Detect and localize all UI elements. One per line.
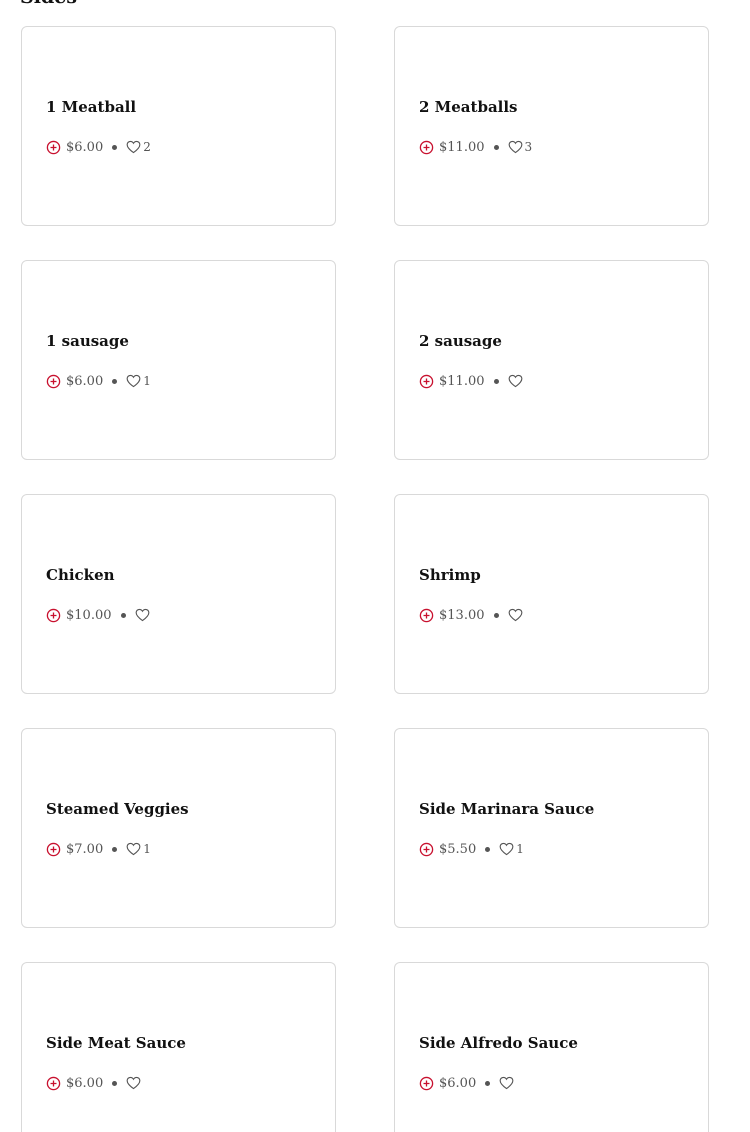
item-name: 1 sausage xyxy=(46,332,129,350)
menu-item-card[interactable]: Side Meat Sauce $6.00 xyxy=(21,962,336,1132)
item-price: $5.50 xyxy=(439,841,477,857)
item-price: $6.00 xyxy=(66,1075,104,1091)
like-button[interactable] xyxy=(126,1076,143,1090)
heart-icon xyxy=(508,140,523,154)
like-button[interactable] xyxy=(508,374,525,388)
item-meta: $6.00 2 xyxy=(46,137,151,157)
item-price: $11.00 xyxy=(439,373,485,389)
heart-icon xyxy=(508,608,523,622)
like-button[interactable]: 3 xyxy=(508,140,533,154)
add-to-cart-icon[interactable] xyxy=(46,1076,61,1091)
item-price: $6.00 xyxy=(439,1075,477,1091)
add-to-cart-icon[interactable] xyxy=(419,374,434,389)
menu-item-card[interactable]: Steamed Veggies $7.00 1 xyxy=(21,728,336,928)
add-to-cart-icon[interactable] xyxy=(46,374,61,389)
item-meta: $10.00 xyxy=(46,605,152,625)
item-price: $6.00 xyxy=(66,373,104,389)
item-meta: $6.00 xyxy=(46,1073,143,1093)
heart-icon xyxy=(499,1076,514,1090)
item-name: Steamed Veggies xyxy=(46,800,189,818)
add-to-cart-icon[interactable] xyxy=(419,1076,434,1091)
separator-dot xyxy=(485,846,491,852)
add-to-cart-icon[interactable] xyxy=(46,842,61,857)
menu-item-card[interactable]: Side Marinara Sauce $5.50 1 xyxy=(394,728,709,928)
like-button[interactable]: 1 xyxy=(126,842,151,856)
item-meta: $6.00 1 xyxy=(46,371,151,391)
add-to-cart-icon[interactable] xyxy=(46,608,61,623)
add-to-cart-icon[interactable] xyxy=(419,140,434,155)
like-count: 1 xyxy=(516,842,524,856)
item-name: Side Alfredo Sauce xyxy=(419,1034,578,1052)
item-meta: $13.00 xyxy=(419,605,525,625)
separator-dot xyxy=(112,144,118,150)
menu-item-card[interactable]: Side Alfredo Sauce $6.00 xyxy=(394,962,709,1132)
item-name: Shrimp xyxy=(419,566,481,584)
item-price: $11.00 xyxy=(439,139,485,155)
item-name: 2 sausage xyxy=(419,332,502,350)
menu-item-card[interactable]: 1 Meatball $6.00 2 xyxy=(21,26,336,226)
item-name: 1 Meatball xyxy=(46,98,137,116)
heart-icon xyxy=(135,608,150,622)
item-name: Side Marinara Sauce xyxy=(419,800,595,818)
item-name: Side Meat Sauce xyxy=(46,1034,186,1052)
menu-item-card[interactable]: Chicken $10.00 xyxy=(21,494,336,694)
item-meta: $5.50 1 xyxy=(419,839,524,859)
item-meta: $11.00 xyxy=(419,371,525,391)
item-meta: $11.00 3 xyxy=(419,137,532,157)
like-button[interactable]: 1 xyxy=(126,374,151,388)
item-price: $10.00 xyxy=(66,607,112,623)
separator-dot xyxy=(112,846,118,852)
menu-item-card[interactable]: 2 Meatballs $11.00 3 xyxy=(394,26,709,226)
like-button[interactable] xyxy=(508,608,525,622)
like-count: 3 xyxy=(524,140,533,154)
add-to-cart-icon[interactable] xyxy=(46,140,61,155)
like-button[interactable]: 1 xyxy=(499,842,524,856)
heart-icon xyxy=(126,1076,141,1090)
like-button[interactable] xyxy=(135,608,152,622)
section-title: Sides xyxy=(20,0,77,8)
item-price: $7.00 xyxy=(66,841,104,857)
item-name: Chicken xyxy=(46,566,115,584)
menu-item-card[interactable]: Shrimp $13.00 xyxy=(394,494,709,694)
like-count: 2 xyxy=(143,140,151,154)
like-count: 1 xyxy=(143,374,151,388)
item-meta: $6.00 xyxy=(419,1073,516,1093)
menu-item-card[interactable]: 1 sausage $6.00 1 xyxy=(21,260,336,460)
like-button[interactable] xyxy=(499,1076,516,1090)
add-to-cart-icon[interactable] xyxy=(419,608,434,623)
separator-dot xyxy=(120,612,126,618)
heart-icon xyxy=(508,374,523,388)
like-count: 1 xyxy=(143,842,151,856)
separator-dot xyxy=(112,378,118,384)
item-price: $6.00 xyxy=(66,139,104,155)
add-to-cart-icon[interactable] xyxy=(419,842,434,857)
heart-icon xyxy=(126,374,141,388)
item-price: $13.00 xyxy=(439,607,485,623)
heart-icon xyxy=(126,842,141,856)
menu-item-card[interactable]: 2 sausage $11.00 xyxy=(394,260,709,460)
separator-dot xyxy=(493,378,499,384)
separator-dot xyxy=(493,612,499,618)
like-button[interactable]: 2 xyxy=(126,140,151,154)
item-name: 2 Meatballs xyxy=(419,98,518,116)
separator-dot xyxy=(493,144,499,150)
heart-icon xyxy=(126,140,141,154)
heart-icon xyxy=(499,842,514,856)
separator-dot xyxy=(485,1080,491,1086)
separator-dot xyxy=(112,1080,118,1086)
item-meta: $7.00 1 xyxy=(46,839,151,859)
